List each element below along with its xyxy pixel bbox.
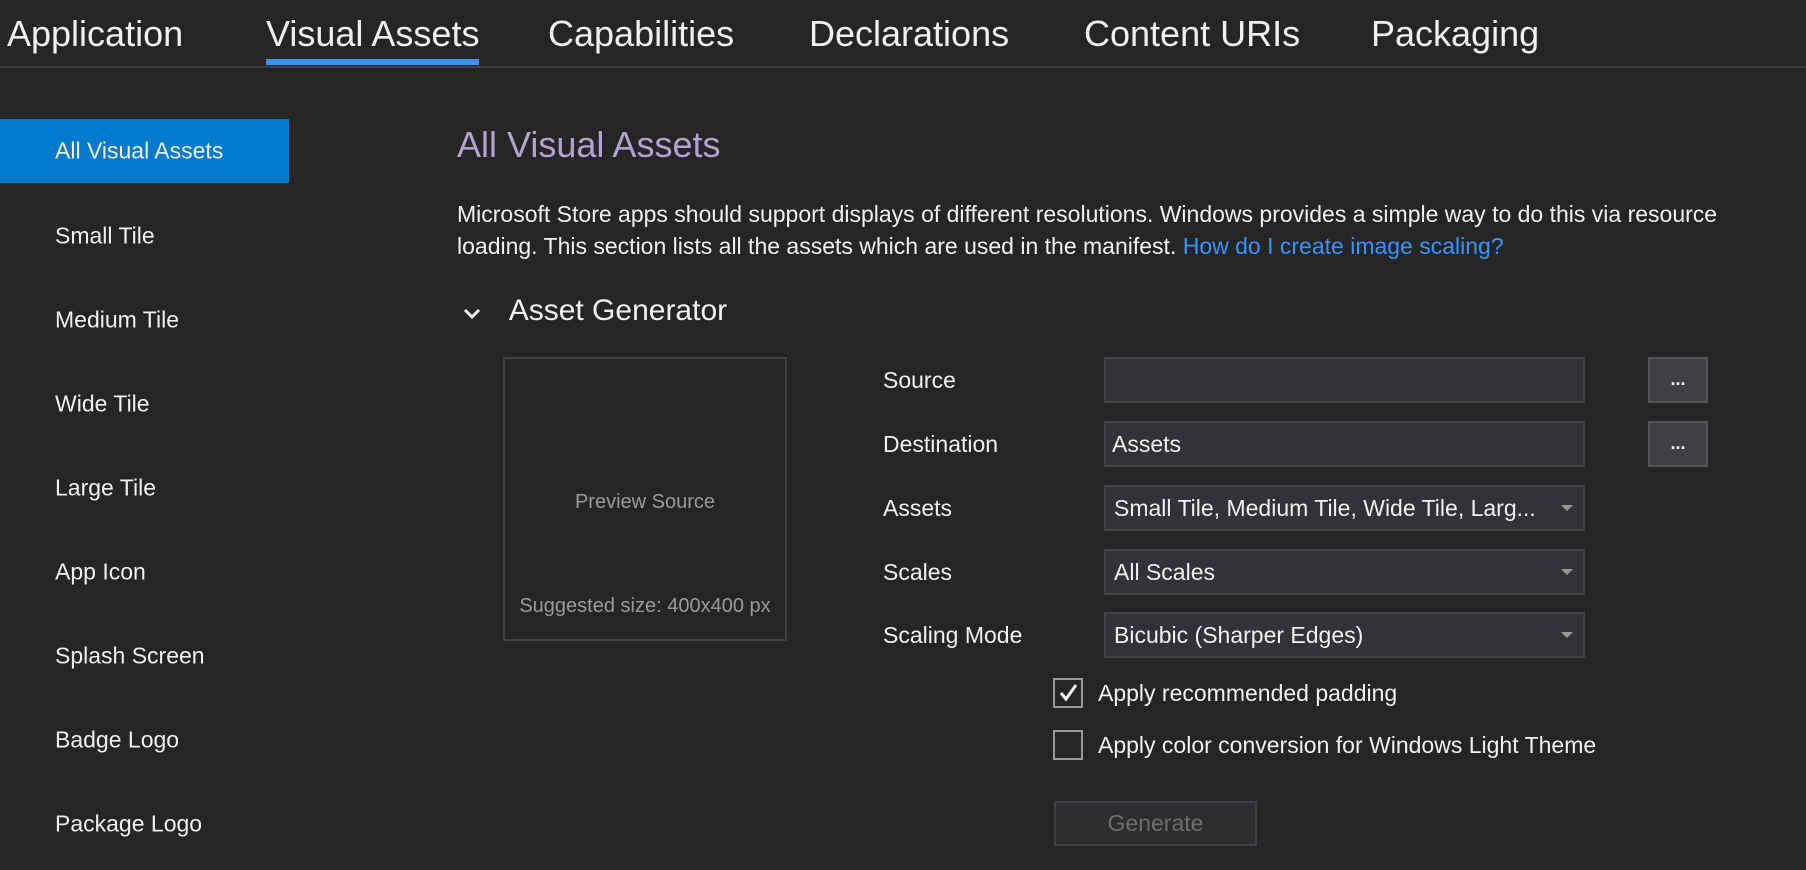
assets-dropdown[interactable]: Small Tile, Medium Tile, Wide Tile, Larg… <box>1104 485 1585 531</box>
sidebar-item-all-visual-assets[interactable]: All Visual Assets <box>0 119 289 183</box>
help-link[interactable]: How do I create image scaling? <box>1183 233 1504 259</box>
sidebar-item-label: Large Tile <box>55 474 157 501</box>
sidebar-item-label: All Visual Assets <box>55 137 224 164</box>
scaling-mode-value: Bicubic (Sharper Edges) <box>1114 622 1364 648</box>
sidebar-item-medium-tile[interactable]: Medium Tile <box>0 288 289 352</box>
padding-checkbox-label: Apply recommended padding <box>1098 680 1398 706</box>
sidebar-item-wide-tile[interactable]: Wide Tile <box>0 372 289 436</box>
assets-value: Small Tile, Medium Tile, Wide Tile, Larg… <box>1114 495 1536 521</box>
tab-bar: Application Visual Assets Capabilities D… <box>0 0 1806 68</box>
sidebar-item-label: App Icon <box>55 558 146 585</box>
tab-visual-assets[interactable]: Visual Assets <box>266 12 480 65</box>
destination-input[interactable]: Assets <box>1104 421 1585 467</box>
generate-button[interactable]: Generate <box>1054 801 1257 846</box>
scales-label: Scales <box>883 559 953 585</box>
sidebar-item-label: Package Logo <box>55 810 203 837</box>
tab-packaging[interactable]: Packaging <box>1371 12 1539 56</box>
preview-label: Preview Source <box>574 491 716 513</box>
source-input[interactable] <box>1104 357 1585 403</box>
sidebar-item-package-logo[interactable]: Package Logo <box>0 792 289 856</box>
sidebar-item-label: Medium Tile <box>55 306 179 333</box>
sidebar-item-splash-screen[interactable]: Splash Screen <box>0 624 289 688</box>
dropdown-caret-icon <box>1561 505 1573 511</box>
sidebar-item-label: Splash Screen <box>55 642 205 669</box>
scales-value: All Scales <box>1114 559 1215 585</box>
dropdown-caret-icon <box>1561 632 1573 638</box>
sidebar-item-label: Badge Logo <box>55 726 180 753</box>
source-label: Source <box>883 367 956 393</box>
assets-label: Assets <box>883 495 953 521</box>
page-title: All Visual Assets <box>457 124 721 165</box>
tab-application[interactable]: Application <box>7 12 183 56</box>
scales-dropdown[interactable]: All Scales <box>1104 549 1585 595</box>
asset-generator-header[interactable]: Asset Generator <box>462 294 727 329</box>
sidebar-item-app-icon[interactable]: App Icon <box>0 540 289 604</box>
checkmark-icon <box>1059 684 1078 702</box>
sidebar-item-label: Wide Tile <box>55 390 150 417</box>
sidebar-item-small-tile[interactable]: Small Tile <box>0 204 289 268</box>
scaling-mode-label: Scaling Mode <box>883 622 1023 648</box>
tab-content-uris[interactable]: Content URIs <box>1084 12 1300 56</box>
destination-browse-button[interactable]: ... <box>1648 421 1708 467</box>
sidebar-item-large-tile[interactable]: Large Tile <box>0 456 289 520</box>
sidebar-item-label: Small Tile <box>55 222 155 249</box>
padding-checkbox[interactable] <box>1053 678 1083 708</box>
color-conversion-checkbox-label: Apply color conversion for Windows Light… <box>1098 732 1597 758</box>
scaling-mode-dropdown[interactable]: Bicubic (Sharper Edges) <box>1104 612 1585 658</box>
sidebar-item-badge-logo[interactable]: Badge Logo <box>0 708 289 772</box>
color-conversion-checkbox[interactable] <box>1053 730 1083 760</box>
preview-source-box[interactable]: Preview Source Suggested size: 400x400 p… <box>503 357 787 641</box>
description-text: Microsoft Store apps should support disp… <box>457 201 1718 259</box>
dropdown-caret-icon <box>1561 569 1573 575</box>
tab-declarations[interactable]: Declarations <box>809 12 1009 56</box>
chevron-down-icon <box>462 295 484 329</box>
section-title: Asset Generator <box>508 294 728 327</box>
preview-size-hint: Suggested size: 400x400 px <box>519 595 771 617</box>
tab-capabilities[interactable]: Capabilities <box>548 12 734 56</box>
source-browse-button[interactable]: ... <box>1648 357 1708 403</box>
description: Microsoft Store apps should support disp… <box>457 198 1797 262</box>
destination-label: Destination <box>883 431 999 457</box>
